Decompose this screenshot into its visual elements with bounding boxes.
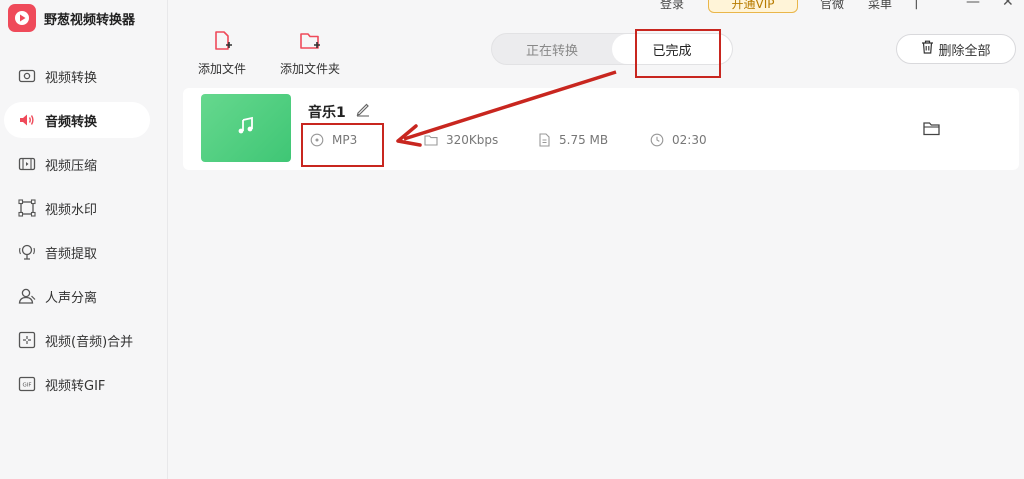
rename-pencil-icon[interactable] bbox=[355, 101, 371, 121]
sidebar-item-label: 视频(音频)合并 bbox=[45, 334, 134, 350]
merge-icon bbox=[17, 330, 37, 350]
duration-value: 02:30 bbox=[672, 133, 707, 147]
gif-icon: GIF bbox=[17, 374, 37, 394]
sidebar: 野葱视频转换器 视频转换 音频转换 视频压缩 视频水印 音频提取 人声分离 视频… bbox=[0, 0, 168, 479]
close-icon[interactable]: ✕ bbox=[1002, 0, 1014, 10]
window-divider-icon: | bbox=[914, 0, 919, 10]
add-file-label: 添加文件 bbox=[198, 62, 247, 76]
trash-icon bbox=[921, 40, 934, 58]
open-folder-icon[interactable] bbox=[923, 121, 940, 140]
sidebar-item-merge[interactable]: 视频(音频)合并 bbox=[4, 322, 150, 358]
sidebar-item-video-compress[interactable]: 视频压缩 bbox=[4, 146, 150, 182]
sidebar-item-label: 视频转换 bbox=[45, 70, 98, 86]
add-folder-button[interactable]: 添加文件夹 bbox=[280, 30, 340, 77]
app-logo-icon bbox=[8, 4, 36, 32]
add-folder-label: 添加文件夹 bbox=[280, 62, 341, 76]
sidebar-item-audio-convert[interactable]: 音频转换 bbox=[4, 102, 150, 138]
watermark-icon bbox=[17, 198, 37, 218]
delete-all-label: 删除全部 bbox=[938, 43, 991, 59]
add-file-button[interactable]: 添加文件 bbox=[198, 30, 246, 77]
sidebar-nav: 视频转换 音频转换 视频压缩 视频水印 音频提取 人声分离 视频(音频)合并 G… bbox=[0, 58, 168, 410]
login-link[interactable]: 登录 bbox=[660, 0, 684, 12]
music-note-icon bbox=[235, 115, 257, 141]
sidebar-item-label: 视频压缩 bbox=[45, 158, 98, 174]
sidebar-item-label: 视频转GIF bbox=[45, 378, 106, 394]
clock-icon bbox=[650, 133, 664, 147]
delete-all-button[interactable]: 删除全部 bbox=[896, 34, 1016, 64]
audio-extract-icon bbox=[17, 242, 37, 262]
highlight-completed-tab bbox=[635, 29, 721, 78]
video-convert-icon bbox=[17, 66, 37, 86]
add-folder-icon bbox=[299, 30, 321, 56]
sidebar-item-watermark[interactable]: 视频水印 bbox=[4, 190, 150, 226]
app-title: 野葱视频转换器 bbox=[44, 12, 136, 28]
sidebar-item-label: 视频水印 bbox=[45, 202, 98, 218]
meta-duration: 02:30 bbox=[650, 133, 707, 147]
tab-converting[interactable]: 正在转换 bbox=[492, 34, 612, 64]
official-link[interactable]: 官微 bbox=[820, 0, 844, 12]
audio-convert-icon bbox=[17, 110, 37, 130]
sidebar-item-video-convert[interactable]: 视频转换 bbox=[4, 58, 150, 94]
sidebar-item-audio-extract[interactable]: 音频提取 bbox=[4, 234, 150, 270]
brand: 野葱视频转换器 bbox=[8, 4, 135, 32]
add-file-icon bbox=[211, 30, 233, 56]
minimize-icon[interactable]: — bbox=[966, 0, 980, 10]
sidebar-item-gif[interactable]: GIF 视频转GIF bbox=[4, 366, 150, 402]
sidebar-item-voice-separate[interactable]: 人声分离 bbox=[4, 278, 150, 314]
sidebar-item-label: 人声分离 bbox=[45, 290, 98, 306]
highlight-format bbox=[301, 123, 384, 167]
svg-text:GIF: GIF bbox=[22, 383, 31, 389]
voice-separate-icon bbox=[17, 286, 37, 306]
file-name: 音乐1 bbox=[308, 105, 346, 121]
audio-thumbnail bbox=[201, 94, 291, 162]
top-bar: 登录 开通VIP 官微 菜单 bbox=[660, 0, 916, 14]
sidebar-item-label: 音频提取 bbox=[45, 246, 98, 262]
annotation-arrow-icon bbox=[396, 70, 617, 147]
menu-link[interactable]: 菜单 bbox=[868, 0, 892, 12]
sidebar-item-label: 音频转换 bbox=[45, 114, 98, 130]
video-compress-icon bbox=[17, 154, 37, 174]
vip-button[interactable]: 开通VIP bbox=[708, 0, 799, 13]
